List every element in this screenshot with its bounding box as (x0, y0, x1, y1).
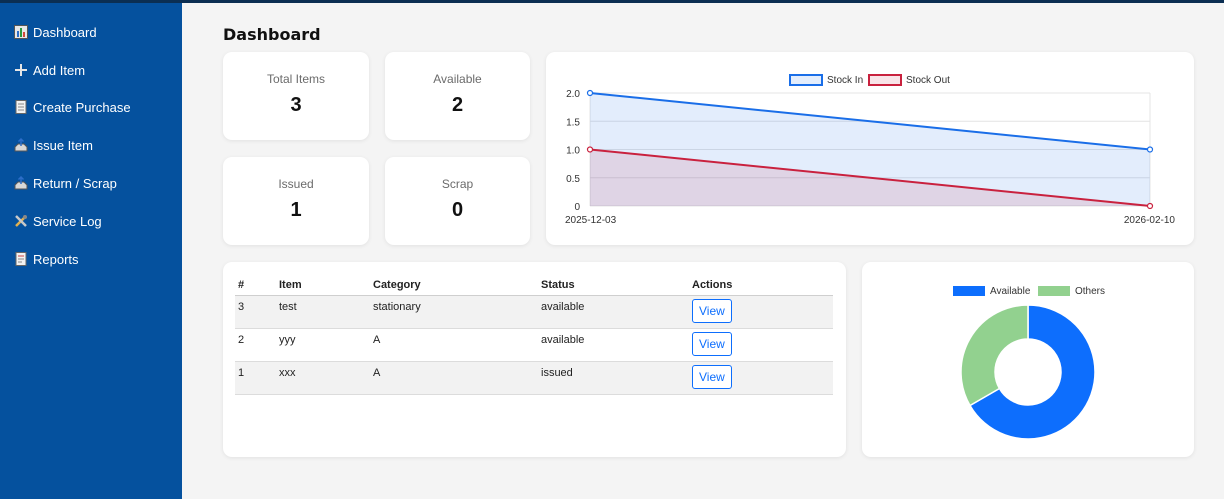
view-button[interactable]: View (692, 298, 732, 323)
stat-label: Scrap (441, 177, 474, 191)
stat-label: Total Items (266, 72, 326, 86)
legend-swatch (868, 74, 902, 86)
sidebar-item-add-item[interactable]: Add Item (14, 60, 85, 80)
data-point (1146, 146, 1154, 153)
stat-value: 0 (451, 199, 464, 221)
cell-id: 2 (235, 328, 276, 362)
stat-card-scrap: Scrap 0 (385, 157, 530, 245)
y-tick-label: 1.5 (566, 117, 580, 128)
page-title: Dashboard (223, 25, 321, 44)
cell-item: xxx (276, 361, 370, 395)
sidebar-item-service-log[interactable]: Service Log (14, 211, 102, 231)
legend-label: Others (1075, 286, 1105, 297)
plus-icon (14, 63, 28, 77)
table-row: 1 xxx A issued View (235, 361, 833, 395)
status-donut-card: Available Others (862, 262, 1194, 457)
bar-chart-icon (14, 25, 28, 39)
stat-card-available: Available 2 (385, 52, 530, 140)
stat-value: 1 (290, 199, 302, 221)
view-button[interactable]: View (692, 331, 732, 356)
sidebar-item-label: Create Purchase (33, 99, 131, 115)
stat-label: Issued (278, 177, 314, 191)
x-tick-label: 2025-12-03 (565, 215, 617, 226)
y-tick-label: 2.0 (566, 89, 580, 100)
stat-value: 2 (451, 94, 464, 116)
cell-status: available (538, 328, 689, 362)
cell-item: test (276, 295, 370, 329)
tools-icon (14, 214, 28, 228)
stock-line-chart: 0 0.5 1.0 1.5 2.0 2025-12-03 2026-02-10 Stock I… (565, 74, 1176, 226)
column-header-id: # (235, 276, 276, 296)
column-header-actions: Actions (689, 276, 833, 296)
cell-actions: View (689, 295, 833, 329)
sidebar-item-label: Issue Item (33, 137, 93, 153)
column-header-category: Category (370, 276, 538, 296)
outbox-icon (14, 137, 28, 152)
sidebar-item-label: Service Log (33, 213, 102, 229)
items-table-card: # Item Category Status Actions 3 test st… (223, 262, 846, 457)
stat-value: 3 (290, 94, 302, 116)
y-tick-label: 1.0 (566, 146, 580, 157)
stock-chart-card: 0 0.5 1.0 1.5 2.0 2025-12-03 2026-02-10 Stock I… (546, 52, 1194, 245)
legend-swatch (953, 286, 985, 296)
legend-label: Available (990, 286, 1031, 297)
stat-card-issued: Issued 1 (223, 157, 369, 245)
cell-id: 3 (235, 295, 276, 329)
cell-id: 1 (235, 361, 276, 395)
view-button[interactable]: View (692, 364, 732, 389)
sidebar-item-issue-item[interactable]: Issue Item (14, 135, 93, 155)
data-point (586, 89, 594, 97)
status-donut-chart: Available Others (953, 286, 1105, 440)
cell-status: issued (538, 361, 689, 395)
sidebar-item-label: Reports (33, 251, 79, 267)
sidebar: Dashboard Add Item Create Purchase Issue… (0, 3, 182, 499)
report-icon (14, 252, 28, 266)
cell-category: A (370, 328, 538, 362)
legend-swatch (1038, 286, 1070, 296)
column-header-status: Status (538, 276, 689, 296)
legend-label: Stock In (827, 75, 863, 86)
legend-label: Stock Out (906, 75, 950, 86)
outbox-icon (14, 175, 28, 190)
cell-status: available (538, 295, 689, 329)
sidebar-item-return-scrap[interactable]: Return / Scrap (14, 173, 117, 193)
donut-slice (960, 304, 1029, 407)
cell-category: stationary (370, 295, 538, 329)
top-bar (0, 0, 1224, 3)
table-row: 2 yyy A available View (235, 328, 833, 362)
cell-category: A (370, 361, 538, 395)
y-tick-label: 0 (574, 202, 580, 213)
sidebar-item-label: Dashboard (33, 24, 97, 40)
y-tick-label: 0.5 (566, 174, 580, 185)
column-header-item: Item (276, 276, 370, 296)
cell-actions: View (689, 361, 833, 395)
stat-card-total-items: Total Items 3 (223, 52, 369, 140)
table-row: 3 test stationary available View (235, 295, 833, 329)
stat-label: Available (433, 72, 482, 86)
cell-item: yyy (276, 328, 370, 362)
sidebar-item-label: Return / Scrap (33, 175, 117, 191)
items-table: # Item Category Status Actions 3 test st… (235, 276, 833, 395)
sidebar-item-label: Add Item (33, 62, 86, 78)
sidebar-item-reports[interactable]: Reports (14, 249, 79, 269)
data-point (1146, 202, 1154, 210)
cell-actions: View (689, 328, 833, 362)
sidebar-item-create-purchase[interactable]: Create Purchase (14, 97, 131, 117)
x-tick-label: 2026-02-10 (1124, 215, 1176, 226)
data-point (586, 146, 594, 153)
document-icon (14, 100, 28, 114)
legend-swatch (789, 74, 823, 86)
table-header-row: # Item Category Status Actions (235, 276, 833, 296)
sidebar-item-dashboard[interactable]: Dashboard (14, 22, 97, 42)
